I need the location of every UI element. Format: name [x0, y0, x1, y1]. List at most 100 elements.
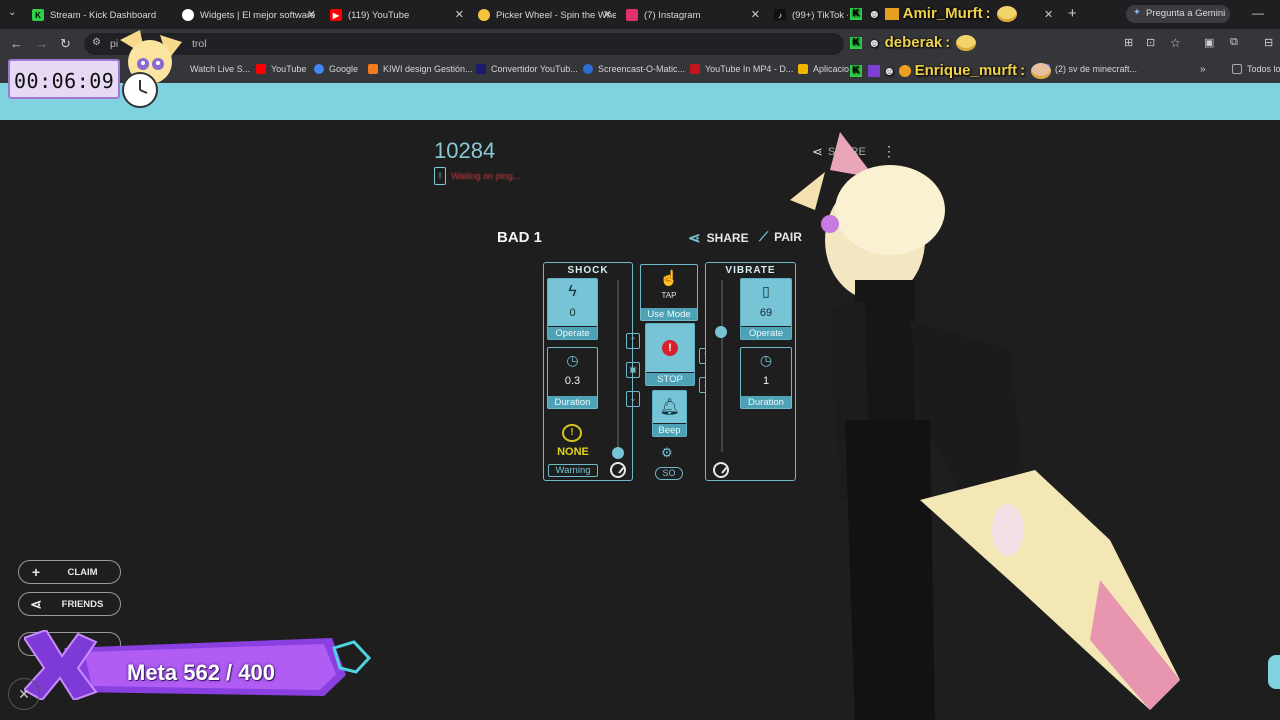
- bot-icon: ☻: [883, 63, 896, 78]
- close-tab-icon[interactable]: ✕: [603, 8, 612, 21]
- extensions-puzzle-icon[interactable]: ⧉: [1230, 36, 1238, 49]
- bookmark-item[interactable]: Google: [314, 64, 358, 74]
- bot-icon: ☻: [868, 6, 881, 21]
- chevron-right-icon[interactable]: »: [1200, 64, 1206, 75]
- use-mode-label: Use Mode: [641, 307, 697, 320]
- mp4-icon: [690, 64, 700, 74]
- chat-message: K ☻ deberak :: [850, 34, 977, 51]
- tab-title: (99+) TikTok - M: [792, 9, 848, 21]
- shock-step-down-button[interactable]: ⌄: [626, 391, 640, 407]
- bookmark-item[interactable]: YouTube: [256, 64, 306, 74]
- bookmark-label: Todos lo: [1247, 64, 1280, 74]
- warning-button[interactable]: Warning: [548, 464, 598, 477]
- bookmarks-bar: Watch Live S... YouTube Google KIWI desi…: [0, 59, 1280, 83]
- bookmark-folder[interactable]: Todos lo: [1232, 64, 1280, 74]
- side-panel-toggle[interactable]: [1268, 655, 1280, 689]
- share-icon: ⋖: [688, 230, 701, 247]
- new-tab-icon[interactable]: +: [1068, 5, 1077, 22]
- emote-icon: [996, 5, 1017, 22]
- claim-button[interactable]: + CLAIM: [18, 560, 121, 584]
- settings-gear-icon[interactable]: ⚙: [661, 445, 673, 461]
- url-field[interactable]: ⚙ pi trol: [84, 33, 844, 55]
- lightning-icon: ϟ: [568, 283, 577, 300]
- stop-alert-icon: !: [646, 338, 694, 356]
- tap-hand-icon: ☝: [659, 270, 679, 287]
- kiwi-icon: [368, 64, 378, 74]
- bookmark-item[interactable]: Watch Live S...: [190, 64, 250, 74]
- tab-kick-dashboard[interactable]: K Stream - Kick Dashboard: [32, 4, 170, 26]
- bookmark-item[interactable]: Convertidor YouTub...: [476, 64, 578, 74]
- back-icon[interactable]: ←: [10, 36, 23, 51]
- warning-icon: !: [562, 424, 582, 442]
- share-icon: ⋖: [30, 595, 42, 612]
- so-label: SO: [662, 468, 676, 478]
- reload-icon[interactable]: ↻: [60, 36, 71, 52]
- close-tab-icon[interactable]: ✕: [307, 8, 316, 21]
- shock-intensity-button[interactable]: ϟ 0 Operate: [547, 278, 598, 340]
- emote-icon: [956, 34, 977, 51]
- translate-icon[interactable]: ⊡: [1146, 36, 1155, 49]
- stop-label: STOP: [646, 372, 694, 385]
- bot-icon: ☻: [868, 35, 881, 50]
- vibrate-slider-track[interactable]: [721, 280, 723, 452]
- bookmark-item[interactable]: Aplicacio: [798, 64, 849, 74]
- profile-icon[interactable]: ⊟: [1264, 36, 1273, 49]
- picker-wheel-icon: [478, 9, 490, 21]
- close-tab-icon[interactable]: ✕: [1044, 8, 1053, 21]
- beep-button[interactable]: 🔔︎ Beep: [652, 390, 687, 437]
- bookmark-item[interactable]: (2) sv de minecraft...: [1040, 64, 1137, 74]
- forward-icon[interactable]: →: [35, 36, 48, 51]
- vibrate-limit-gauge-icon[interactable]: [713, 462, 729, 478]
- bookmark-item[interactable]: YouTube In MP4 - D...: [690, 64, 793, 74]
- shock-slider-handle[interactable]: [612, 447, 624, 459]
- tab-title: Stream - Kick Dashboard: [50, 9, 157, 21]
- so-button[interactable]: SO: [655, 467, 683, 480]
- install-app-icon[interactable]: ⊞: [1124, 36, 1133, 49]
- shock-duration-label: Duration: [548, 395, 597, 408]
- chat-separator: :: [985, 5, 991, 22]
- tab-tiktok[interactable]: ♪ (99+) TikTok - M: [774, 4, 848, 26]
- tab-youtube[interactable]: ▶ (119) YouTube ✕: [330, 4, 468, 26]
- pair-icon: ⟋: [759, 229, 769, 244]
- tab-search-icon[interactable]: ⌄: [8, 7, 16, 18]
- tab-instagram[interactable]: (7) Instagram ✕: [626, 4, 764, 26]
- tab-title: Widgets | El mejor software: [200, 9, 316, 21]
- tab-widgets[interactable]: Widgets | El mejor software ✕: [182, 4, 320, 26]
- site-info-icon[interactable]: ⚙: [92, 37, 101, 48]
- extension-icon[interactable]: ▣: [1204, 36, 1214, 49]
- kick-icon: K: [32, 9, 44, 21]
- close-tab-icon[interactable]: ✕: [751, 8, 760, 21]
- screen: ⌄ K Stream - Kick Dashboard Widgets | El…: [0, 0, 1280, 720]
- shock-step-up-button[interactable]: ⌃: [626, 333, 640, 349]
- minimize-icon[interactable]: —: [1252, 6, 1264, 20]
- kick-icon: K: [850, 7, 862, 20]
- close-icon[interactable]: ✕: [8, 678, 40, 710]
- gemini-button[interactable]: ✦ Pregunta a Gemini: [1126, 5, 1230, 23]
- friends-button[interactable]: ⋖ FRIENDS: [18, 592, 121, 616]
- tab-picker-wheel[interactable]: Picker Wheel - Spin the Wheel ✕: [478, 4, 616, 26]
- share-button[interactable]: ⋖ SHARE: [688, 229, 749, 247]
- friends-label: FRIENDS: [61, 598, 104, 610]
- shock-intensity-value: 0: [569, 307, 576, 319]
- bookmark-item[interactable]: KIWI design Gestión...: [368, 64, 473, 74]
- url-text-tail: trol: [192, 38, 207, 50]
- folder-icon: [1232, 64, 1242, 74]
- instagram-icon: [626, 9, 638, 21]
- claim-label: CLAIM: [67, 566, 98, 578]
- shock-title: SHOCK: [567, 265, 609, 276]
- shock-duration-value: 0.3: [564, 375, 581, 387]
- close-tab-icon[interactable]: ✕: [455, 8, 464, 21]
- bookmark-label: YouTube In MP4 - D...: [705, 64, 794, 74]
- shock-slider-track[interactable]: [617, 280, 619, 452]
- shock-limit-gauge-icon[interactable]: [610, 462, 626, 478]
- stop-button[interactable]: ! STOP: [645, 323, 695, 386]
- bookmark-item[interactable]: Screencast-O-Matic...: [583, 64, 685, 74]
- bookmark-star-icon[interactable]: ☆: [1170, 36, 1181, 50]
- use-mode-button[interactable]: ☝ TAP Use Mode: [640, 264, 698, 321]
- tiktok-icon: ♪: [774, 9, 786, 21]
- vibrate-slider-handle[interactable]: [715, 326, 727, 338]
- address-bar-row: ← → ↻ ⚙ pi trol ⊞ ⊡ ☆ ▣ ⧉ ⊟: [0, 29, 1280, 59]
- shock-random-button[interactable]: ▣: [626, 362, 640, 378]
- bookmark-label: YouTube: [271, 64, 307, 74]
- shock-duration-button[interactable]: ◷ 0.3 Duration: [547, 347, 598, 409]
